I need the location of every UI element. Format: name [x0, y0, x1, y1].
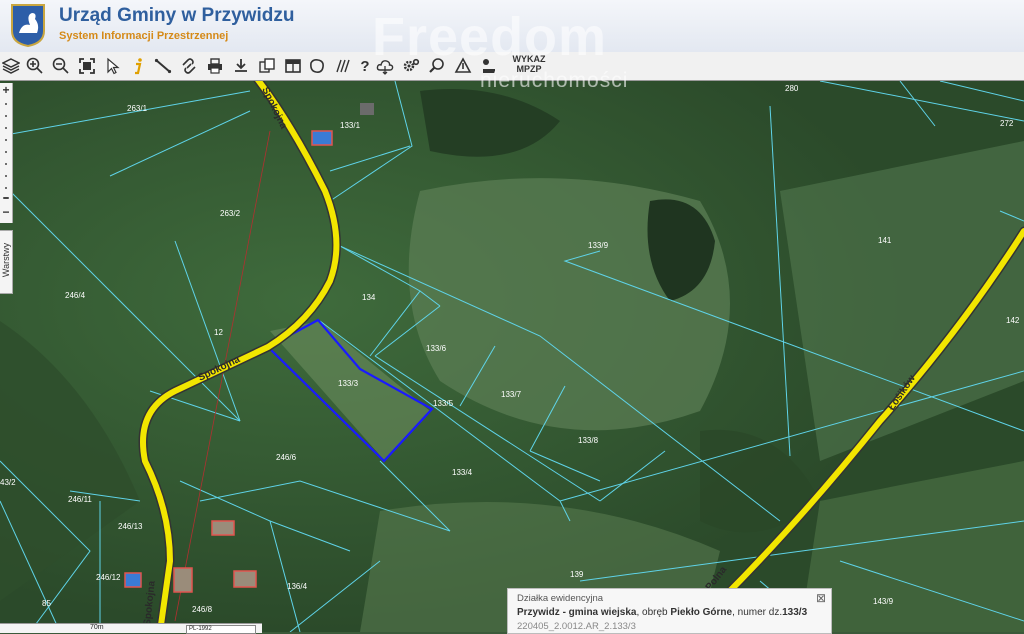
- parcel-label[interactable]: 133/3: [338, 379, 359, 388]
- parcel-label[interactable]: 280: [785, 84, 799, 93]
- parcel-label[interactable]: 43/2: [0, 478, 16, 487]
- zoom-level-dot[interactable]: [5, 175, 7, 177]
- layers-icon[interactable]: [0, 55, 22, 77]
- info-number-label: , numer dz.: [732, 607, 783, 618]
- zoom-level-dot[interactable]: [5, 115, 7, 117]
- road-label: Spokojna: [196, 354, 242, 384]
- road-label: Łośików: [886, 373, 918, 413]
- zoom-handle[interactable]: [3, 197, 9, 199]
- zoom-plus-button[interactable]: +: [0, 83, 12, 97]
- info-gmina: Przywidz - gmina wiejska: [517, 607, 637, 618]
- parcel-label[interactable]: 136/4: [287, 582, 308, 591]
- watermark-subtitle: nieruchomości: [480, 69, 629, 92]
- watermark-brand: Freedom: [372, 7, 608, 67]
- parcel-label[interactable]: 246/8: [192, 605, 213, 614]
- crs-select[interactable]: PL-1992: [186, 625, 256, 634]
- parcel-label[interactable]: 263/2: [220, 209, 241, 218]
- info-obreb-label: , obręb: [636, 607, 671, 618]
- parcel-label[interactable]: 133/7: [501, 390, 522, 399]
- map-canvas[interactable]: 263/1 133/1 280 272 263/2 133/9 141 246/…: [0, 81, 1024, 632]
- zoom-out-icon[interactable]: [50, 55, 72, 77]
- parcel-label[interactable]: 246/4: [65, 291, 86, 300]
- swan-crest-icon: [11, 4, 45, 47]
- info-number: 133/3: [782, 607, 808, 618]
- print-icon[interactable]: [204, 55, 226, 77]
- zoom-level-dot[interactable]: [5, 187, 7, 189]
- parcel-label[interactable]: 12: [214, 328, 223, 337]
- zoom-level-dot[interactable]: [5, 127, 7, 129]
- area-icon[interactable]: [306, 55, 328, 77]
- link-icon[interactable]: [178, 55, 200, 77]
- select-arrow-icon[interactable]: [102, 55, 124, 77]
- zoom-level-dot[interactable]: [5, 139, 7, 141]
- parcel-label[interactable]: 134: [362, 293, 376, 302]
- zoom-slider[interactable]: + −: [0, 83, 13, 223]
- app-title: Urząd Gminy w Przywidzu: [59, 5, 295, 26]
- info-parcel-id: 220405_2.0012.AR_2.133/3: [517, 621, 636, 632]
- layers-panel-tab[interactable]: Warstwy: [0, 230, 13, 294]
- measure-distance-icon[interactable]: [152, 55, 174, 77]
- parcel-label[interactable]: 143/9: [873, 597, 894, 606]
- zoom-level-dot[interactable]: [5, 151, 7, 153]
- info-details: Przywidz - gmina wiejska, obręb Piekło G…: [517, 607, 807, 618]
- parcel-label[interactable]: 246/6: [276, 453, 297, 462]
- parcel-label[interactable]: 133/1: [340, 121, 361, 130]
- parcel-label[interactable]: 263/1: [127, 104, 148, 113]
- zoom-level-dot[interactable]: [5, 163, 7, 165]
- parcel-label[interactable]: 246/11: [68, 495, 92, 504]
- parcel-label[interactable]: 141: [878, 236, 892, 245]
- parcel-label[interactable]: 85: [42, 599, 51, 608]
- parcel-label[interactable]: 246/13: [118, 522, 143, 531]
- parcel-info-panel: Działka ewidencyjna Przywidz - gmina wie…: [507, 588, 832, 634]
- info-caption: Działka ewidencyjna: [517, 593, 604, 604]
- layout-icon[interactable]: [282, 55, 304, 77]
- info-icon[interactable]: [128, 55, 150, 77]
- parcel-label[interactable]: 272: [1000, 119, 1014, 128]
- layers-tab-label: Warstwy: [1, 242, 11, 278]
- parcel-label[interactable]: 133/8: [578, 436, 599, 445]
- info-obreb: Piekło Górne: [670, 607, 733, 618]
- copy-icon[interactable]: [256, 55, 278, 77]
- download-icon[interactable]: [230, 55, 252, 77]
- close-icon[interactable]: ⊠: [816, 591, 826, 605]
- app-subtitle: System Informacji Przestrzennej: [59, 30, 229, 42]
- road-label: Spokojna: [142, 580, 158, 626]
- zoom-minus-button[interactable]: −: [0, 205, 12, 219]
- parcel-label[interactable]: 133/9: [588, 241, 609, 250]
- parcel-label[interactable]: 142: [1006, 316, 1020, 325]
- parcel-label[interactable]: 246/12: [96, 573, 121, 582]
- parcel-label[interactable]: 133/6: [426, 344, 447, 353]
- zoom-extent-icon[interactable]: [76, 55, 98, 77]
- parcel-label[interactable]: 133/5: [433, 399, 454, 408]
- parcel-label[interactable]: 133/4: [452, 468, 473, 477]
- road-label: Spokojna: [259, 85, 289, 131]
- hatch-icon[interactable]: [332, 55, 354, 77]
- map-labels: 263/1 133/1 280 272 263/2 133/9 141 246/…: [0, 84, 1020, 626]
- parcel-label[interactable]: 139: [570, 570, 584, 579]
- scale-label: 70m: [90, 624, 104, 631]
- zoom-in-icon[interactable]: [24, 55, 46, 77]
- zoom-level-dot[interactable]: [5, 103, 7, 105]
